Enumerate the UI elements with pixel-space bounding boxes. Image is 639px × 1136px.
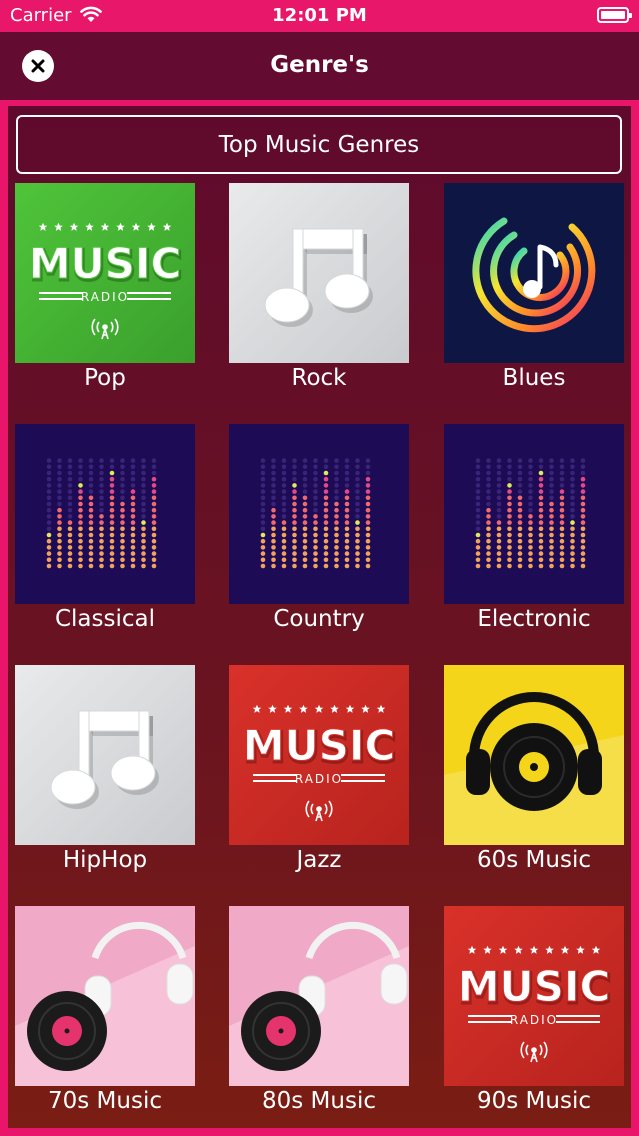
- status-bar: Carrier 12:01 PM: [0, 0, 639, 32]
- clock: 12:01 PM: [272, 5, 367, 26]
- battery-icon: [597, 7, 632, 23]
- svg-text:RADIO: RADIO: [510, 1013, 558, 1027]
- note-rings-navy-artwork: [444, 183, 624, 363]
- equalizer-purple-artwork: [15, 424, 195, 604]
- headphones-vinyl-yellow-artwork: [444, 665, 624, 845]
- genre-list: Top Music Genres MUSIC MUSIC RADIO Pop R…: [8, 106, 631, 1128]
- music-radio-red-artwork: MUSIC MUSIC RADIO: [229, 665, 409, 845]
- genre-label: Blues: [502, 365, 566, 391]
- genre-label: Rock: [291, 365, 347, 391]
- svg-text:MUSIC: MUSIC: [243, 721, 396, 770]
- genre-label: Classical: [54, 606, 156, 632]
- svg-text:RADIO: RADIO: [295, 772, 343, 786]
- equalizer-purple-artwork: [444, 424, 624, 604]
- music-radio-red-artwork: MUSIC MUSIC RADIO: [444, 906, 624, 1086]
- music-radio-green-artwork: MUSIC MUSIC RADIO: [15, 183, 195, 363]
- genre-label: Pop: [84, 365, 126, 391]
- top-music-genres-button[interactable]: Top Music Genres: [16, 115, 622, 174]
- nav-bar: Genre's: [0, 32, 639, 100]
- genre-label: 60s Music: [476, 847, 591, 873]
- svg-text:MUSIC: MUSIC: [458, 962, 611, 1011]
- genre-label: Electronic: [477, 606, 591, 632]
- music-note-grey-artwork: [15, 665, 195, 845]
- genre-label: 70s Music: [47, 1088, 162, 1114]
- vinyl-headphones-pink-artwork: [229, 906, 409, 1086]
- svg-text:RADIO: RADIO: [81, 290, 129, 304]
- svg-text:MUSIC: MUSIC: [29, 239, 182, 288]
- page-title: Genre's: [270, 52, 369, 78]
- genre-label: HipHop: [62, 847, 148, 873]
- genre-label: 90s Music: [476, 1088, 591, 1114]
- genre-label: Jazz: [296, 847, 342, 873]
- genre-label: Country: [273, 606, 365, 632]
- genre-label: 80s Music: [261, 1088, 376, 1114]
- music-note-grey-artwork: [229, 183, 409, 363]
- equalizer-purple-artwork: [229, 424, 409, 604]
- vinyl-headphones-pink-artwork: [15, 906, 195, 1086]
